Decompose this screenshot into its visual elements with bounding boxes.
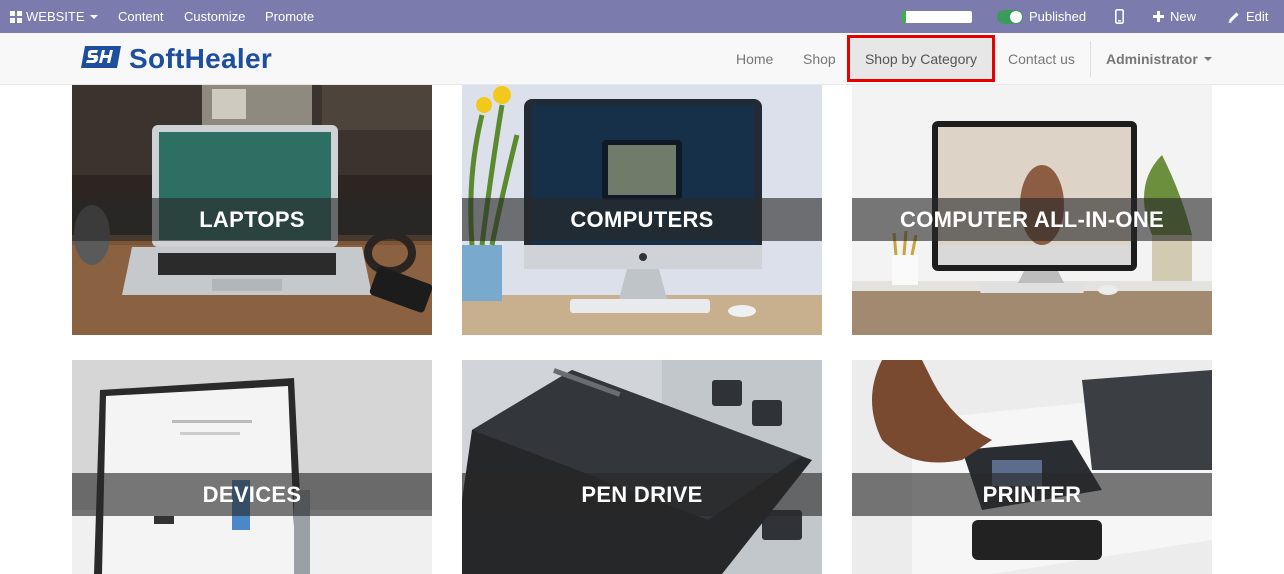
category-title: PRINTER <box>982 481 1082 507</box>
user-menu[interactable]: Administrator <box>1106 33 1212 85</box>
nav-divider <box>1090 41 1091 77</box>
main-navbar: SoftHealer Home Shop Shop by Category Co… <box>0 33 1284 85</box>
content-label: Content <box>118 9 164 24</box>
website-label: WEBSITE <box>26 9 85 24</box>
category-tile-computers[interactable]: COMPUTERS <box>462 85 822 335</box>
mobile-icon <box>1115 9 1124 24</box>
promote-label: Promote <box>265 9 315 24</box>
category-tile-laptops[interactable]: LAPTOPS <box>72 85 432 335</box>
category-band: COMPUTERS <box>462 198 822 241</box>
caret-down-icon <box>1203 57 1212 61</box>
edit-label: Edit <box>1246 9 1269 24</box>
publish-progress-field[interactable] <box>902 11 972 23</box>
category-tile-devices[interactable]: DEVICES <box>72 360 432 574</box>
published-label: Published <box>1029 9 1087 24</box>
pencil-icon <box>1228 11 1240 23</box>
brand-logo[interactable]: SoftHealer <box>79 43 272 75</box>
category-title: COMPUTERS <box>570 206 714 232</box>
grid-icon <box>10 10 22 23</box>
website-menu[interactable]: WEBSITE <box>10 0 98 33</box>
toggle-switch-icon <box>997 9 1023 24</box>
softhealer-logo-icon <box>79 44 123 75</box>
new-label: New <box>1170 9 1197 24</box>
nav-shop[interactable]: Shop <box>803 33 836 85</box>
caret-down-icon <box>89 14 98 19</box>
new-button[interactable]: New <box>1153 0 1196 33</box>
category-tile-printer[interactable]: PRINTER <box>852 360 1212 574</box>
category-title: DEVICES <box>202 481 302 507</box>
printer-image <box>852 360 1212 574</box>
edit-button[interactable]: Edit <box>1228 0 1268 33</box>
plus-icon <box>1153 11 1164 22</box>
pen-drive-image <box>462 360 822 574</box>
promote-menu[interactable]: Promote <box>265 0 314 33</box>
category-band: PRINTER <box>852 473 1212 516</box>
customize-label: Customize <box>184 9 246 24</box>
category-band: DEVICES <box>72 473 432 516</box>
devices-image <box>72 360 432 574</box>
category-title: PEN DRIVE <box>581 481 703 507</box>
customize-menu[interactable]: Customize <box>184 0 245 33</box>
nav-contact-us[interactable]: Contact us <box>1008 33 1075 85</box>
category-title: LAPTOPS <box>199 206 305 232</box>
category-title: COMPUTER ALL-IN-ONE <box>900 206 1164 232</box>
category-tile-pen-drive[interactable]: PEN DRIVE <box>462 360 822 574</box>
category-tile-computer-all-in-one[interactable]: COMPUTER ALL-IN-ONE <box>852 85 1212 335</box>
category-band: LAPTOPS <box>72 198 432 241</box>
user-name: Administrator <box>1106 51 1198 67</box>
category-band: PEN DRIVE <box>462 473 822 516</box>
brand-name: SoftHealer <box>129 43 273 74</box>
category-band: COMPUTER ALL-IN-ONE <box>852 198 1212 241</box>
admin-bar: WEBSITE Content Customize Promote Publis… <box>0 0 1284 33</box>
nav-home[interactable]: Home <box>736 33 773 85</box>
content-menu[interactable]: Content <box>118 0 164 33</box>
mobile-preview-button[interactable] <box>1115 0 1124 33</box>
published-toggle[interactable]: Published <box>997 0 1086 33</box>
nav-shop-by-category[interactable]: Shop by Category <box>847 35 995 82</box>
